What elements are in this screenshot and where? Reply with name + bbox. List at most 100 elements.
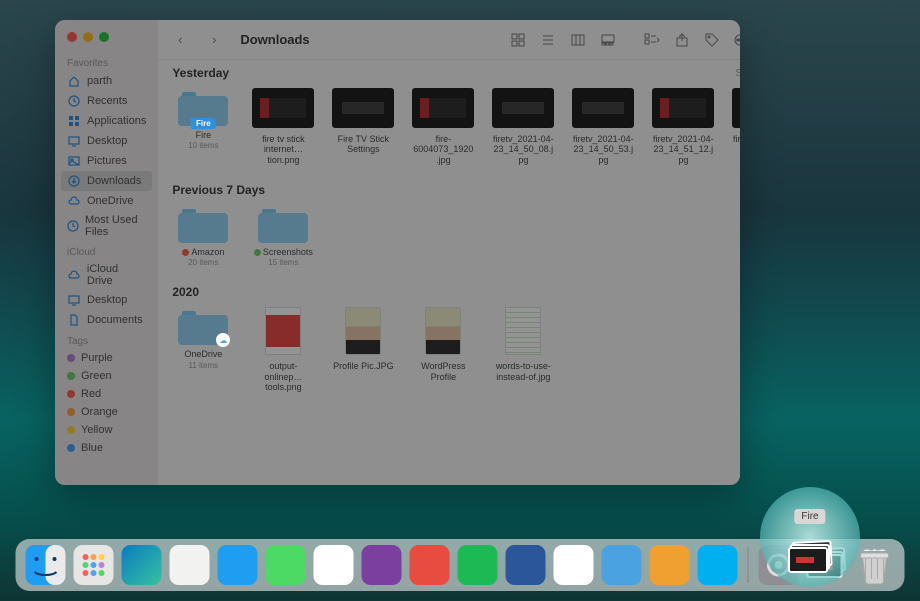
minimize-icon[interactable]: [83, 32, 93, 42]
tag-blue[interactable]: Blue: [55, 439, 158, 457]
tag-green[interactable]: Green: [55, 367, 158, 385]
section-title: 2020: [172, 285, 740, 299]
image-thumb: [252, 88, 314, 128]
main-pane: ‹ › Downloads: [158, 20, 740, 485]
file-name: Fire: [172, 130, 234, 140]
sidebar-item-pictures[interactable]: Pictures: [55, 151, 158, 171]
sidebar-item-downloads[interactable]: Downloads: [61, 171, 152, 191]
sidebar-item-most-used-files[interactable]: Most Used Files: [55, 211, 158, 241]
highlight-circle: Fire: [760, 487, 860, 587]
dock-1password[interactable]: [170, 545, 210, 585]
sidebar: Favorites parthRecentsApplicationsDeskto…: [55, 20, 158, 485]
file-name: firetv_2021-04-23_14_50_08.jpg: [492, 134, 554, 165]
share-button[interactable]: [672, 30, 692, 50]
sidebar-item-documents[interactable]: Documents: [55, 310, 158, 330]
window-title: Downloads: [240, 32, 309, 47]
dock-finder[interactable]: [26, 545, 66, 585]
dock-onenote[interactable]: [362, 545, 402, 585]
folder-icon: [178, 205, 228, 243]
image-thumb: [492, 88, 554, 128]
file-item[interactable]: Screenshots15 items: [252, 205, 314, 267]
image-thumb: [425, 307, 461, 355]
file-item[interactable]: words-to-use-instead-of.jpg: [492, 307, 554, 392]
group-by-button[interactable]: [642, 30, 662, 50]
window-controls[interactable]: [55, 32, 158, 52]
file-item[interactable]: FireFire10 items: [172, 88, 234, 165]
dock-skype[interactable]: [698, 545, 738, 585]
file-item[interactable]: Profile Pic.JPG: [332, 307, 394, 392]
tag-red[interactable]: Red: [55, 385, 158, 403]
file-sub: 15 items: [252, 258, 314, 267]
dock-word[interactable]: [506, 545, 546, 585]
tag-dot-icon: [67, 390, 75, 398]
sidebar-item-parth[interactable]: parth: [55, 71, 158, 91]
file-name: OneDrive: [172, 349, 234, 359]
file-item[interactable]: firetv_2021-04-23_14_50_53.jpg: [572, 88, 634, 165]
image-thumb: [572, 88, 634, 128]
fullscreen-icon[interactable]: [99, 32, 109, 42]
close-icon[interactable]: [67, 32, 77, 42]
file-item[interactable]: Amazon20 items: [172, 205, 234, 267]
image-thumb: [265, 307, 301, 355]
cloud-badge-icon: ☁: [216, 333, 230, 347]
dock-spotify[interactable]: [458, 545, 498, 585]
file-name: output-onlinep…tools.png: [252, 361, 314, 392]
tag-dot-icon: [67, 444, 75, 452]
dock-messages[interactable]: [266, 545, 306, 585]
image-thumb: [345, 307, 381, 355]
folder-icon: Fire: [178, 88, 228, 126]
tag-dot-icon: [67, 426, 75, 434]
file-item[interactable]: fire-6004073_1920.jpg: [412, 88, 474, 165]
forward-button[interactable]: ›: [204, 30, 224, 50]
show-all-link[interactable]: Show All (14): [735, 68, 740, 79]
dock-color[interactable]: [650, 545, 690, 585]
view-list-button[interactable]: [538, 30, 558, 50]
file-item[interactable]: output-onlinep…tools.png: [252, 307, 314, 392]
action-button[interactable]: [732, 30, 740, 50]
sidebar-item-desktop[interactable]: Desktop: [55, 131, 158, 151]
finder-window: Favorites parthRecentsApplicationsDeskto…: [55, 20, 740, 485]
file-item[interactable]: firetv_2021-04-23_14_50_08.jpg: [492, 88, 554, 165]
dock-trash[interactable]: [855, 545, 895, 585]
sidebar-item-applications[interactable]: Applications: [55, 111, 158, 131]
view-icons-button[interactable]: [508, 30, 528, 50]
tags-button[interactable]: [702, 30, 722, 50]
back-button[interactable]: ‹: [170, 30, 190, 50]
file-name: fire-6004073_1920.jpg: [412, 134, 474, 165]
view-gallery-button[interactable]: [598, 30, 618, 50]
sidebar-item-recents[interactable]: Recents: [55, 91, 158, 111]
file-item[interactable]: firetv_2021-04-23_14_…: [732, 88, 740, 165]
tag-orange[interactable]: Orange: [55, 403, 158, 421]
downloads-stack-highlight[interactable]: [788, 541, 832, 575]
sidebar-item-onedrive[interactable]: OneDrive: [55, 191, 158, 211]
image-thumb: [505, 307, 541, 355]
file-item[interactable]: firetv_2021-04-23_14_51_12.jpg: [652, 88, 714, 165]
sidebar-item-desktop[interactable]: Desktop: [55, 290, 158, 310]
image-thumb: [332, 88, 394, 128]
dock-slack[interactable]: [554, 545, 594, 585]
file-sub: 20 items: [172, 258, 234, 267]
file-name: Amazon: [172, 247, 234, 257]
dock-appstore[interactable]: [218, 545, 258, 585]
content-area: YesterdayShow All (14)FireFire10 itemsfi…: [158, 60, 740, 485]
file-name: Profile Pic.JPG: [332, 361, 394, 371]
file-name: firetv_2021-04-23_14_51_12.jpg: [652, 134, 714, 165]
dock-notes[interactable]: [314, 545, 354, 585]
file-name: Fire TV Stick Settings: [332, 134, 394, 155]
sidebar-item-icloud-drive[interactable]: iCloud Drive: [55, 260, 158, 290]
desktop-icon: [67, 134, 81, 148]
dock-launchpad[interactable]: [74, 545, 114, 585]
doc-icon: [67, 313, 81, 327]
folder-icon: [258, 205, 308, 243]
tag-yellow[interactable]: Yellow: [55, 421, 158, 439]
tag-purple[interactable]: Purple: [55, 349, 158, 367]
dock-tweetbot[interactable]: [602, 545, 642, 585]
file-item[interactable]: ☁OneDrive11 items: [172, 307, 234, 392]
file-item[interactable]: fire tv stick internet…tion.png: [252, 88, 314, 165]
view-columns-button[interactable]: [568, 30, 588, 50]
dock-edge[interactable]: [122, 545, 162, 585]
file-item[interactable]: Fire TV Stick Settings: [332, 88, 394, 165]
icloud-icon: [67, 268, 81, 282]
dock-todoist[interactable]: [410, 545, 450, 585]
file-item[interactable]: WordPress Profile: [412, 307, 474, 392]
